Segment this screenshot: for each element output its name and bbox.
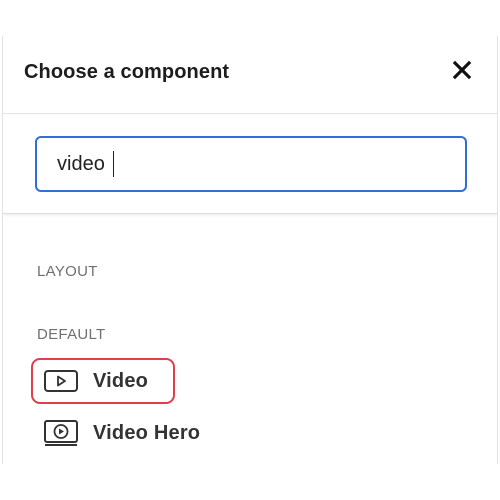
search-area bbox=[3, 114, 497, 214]
component-item-video[interactable]: Video bbox=[31, 358, 175, 404]
close-button[interactable] bbox=[449, 57, 475, 83]
section-label-default: DEFAULT bbox=[37, 326, 106, 343]
component-item-label: Video bbox=[93, 369, 149, 392]
section-label-layout: LAYOUT bbox=[37, 263, 98, 280]
component-item-video-hero[interactable]: Video Hero bbox=[31, 410, 231, 456]
dialog-title: Choose a component bbox=[24, 61, 230, 83]
text-cursor bbox=[113, 151, 114, 177]
component-item-label: Video Hero bbox=[93, 421, 201, 444]
video-hero-icon bbox=[44, 420, 78, 446]
video-play-icon bbox=[44, 370, 78, 392]
component-picker-dialog: Choose a component LAYOUT DEFAULT Video … bbox=[2, 36, 498, 464]
close-icon bbox=[452, 60, 472, 80]
search-input[interactable] bbox=[35, 136, 467, 192]
dialog-header: Choose a component bbox=[3, 36, 497, 114]
